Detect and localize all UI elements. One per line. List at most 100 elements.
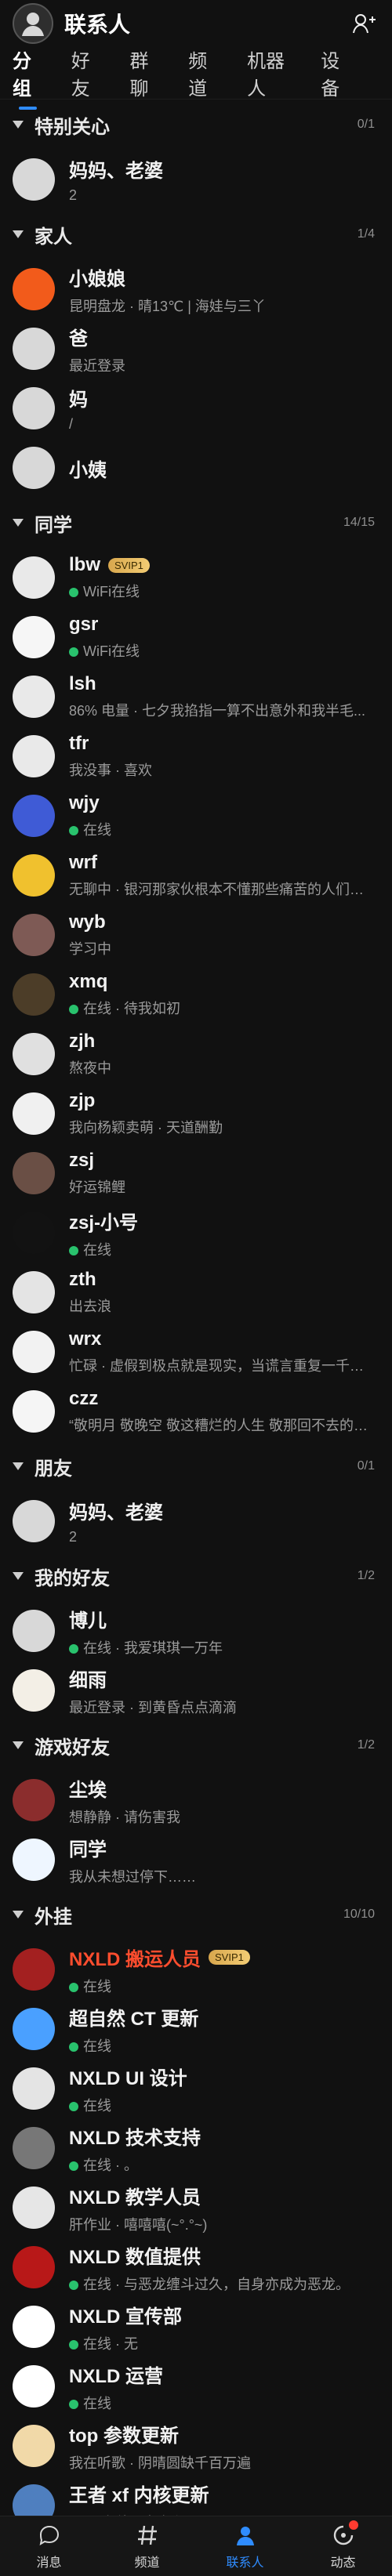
add-friend-button[interactable] [348,8,379,39]
contact-info: wrx 忙碌 · 虚假到极点就是现实，当谎言重复一千遍... [69,1328,379,1375]
contact-item[interactable]: 妈妈、老婆 2 [0,1491,392,1551]
contact-groups: 特别关心 0/1 妈妈、老婆 2 家人 1/4 小娘娘 昆明盘龙 · 晴13℃ | 海娃与三丫… [0,100,392,2535]
contact-item[interactable]: xmq 在线 · 待我如初 [0,965,392,1024]
contact-status-text: 在线 [83,2097,111,2114]
contact-item[interactable]: 尘埃 想静静 · 请伤害我 [0,1770,392,1830]
contact-item[interactable]: zjh 熬夜中 [0,1024,392,1084]
contact-item[interactable]: 小娘娘 昆明盘龙 · 晴13℃ | 海娃与三丫 [0,259,392,319]
contact-name: zsj-小号 [69,1212,139,1234]
contact-name-row: 小娘娘 [69,263,379,291]
contact-name-row: lsh [69,673,379,695]
tab-chats[interactable]: 群聊 [130,45,161,100]
contact-item[interactable]: 妈 / [0,379,392,438]
contact-item[interactable]: NXLD 技术支持 在线 · 。 [0,2118,392,2178]
avatar [13,735,55,777]
contact-status: 在线 [69,1239,375,1259]
contact-item[interactable]: 妈妈、老婆 2 [0,150,392,209]
avatar [13,556,55,599]
contact-item[interactable]: wjy 在线 [0,786,392,846]
contact-name-row: wjy [69,792,379,814]
group-header[interactable]: 朋友 0/1 [0,1441,392,1491]
contact-item[interactable]: tfr 我没事 · 喜欢 [0,726,392,786]
contact-item[interactable]: NXLD UI 设计 在线 [0,2059,392,2118]
nav-messages-label: 消息 [36,2556,62,2570]
group-name: 家人 [34,226,72,248]
contact-item[interactable]: 同学 我从未想过停下…… [0,1830,392,1889]
contact-item[interactable]: 博儿 在线 · 我爱琪琪一万年 [0,1601,392,1661]
contact-item[interactable]: 小姨 [0,438,392,498]
contact-name: tfr [69,733,89,754]
contact-item[interactable]: zsj 好运锦鲤 [0,1143,392,1203]
online-dot-icon [69,2399,78,2409]
contact-item[interactable]: 爸最近登录 [0,319,392,379]
contact-name: wrf [69,852,97,873]
contact-item[interactable]: czz “敬明月 敬晚空 敬这糟烂的人生 敬那回不去的过... [0,1382,392,1441]
contact-status-text: WiFi在线 [83,584,140,600]
contact-name: zsj [69,1150,95,1171]
nav-contacts[interactable]: 联系人 [196,2516,294,2576]
online-dot-icon [69,1245,78,1255]
contact-item[interactable]: NXLD 教学人员 肝作业 · 嘻嘻嘻(~°.°~) [0,2178,392,2237]
avatar [13,795,55,837]
contact-name: 尘埃 [69,1779,107,1801]
contact-item[interactable]: top 参数更新 我在听歌 · 阴晴圆缺千百万遍 [0,2416,392,2476]
contact-item[interactable]: wrx 忙碌 · 虚假到极点就是现实，当谎言重复一千遍... [0,1322,392,1382]
online-dot-icon [69,2339,78,2350]
contact-item[interactable]: NXLD 数值提供 在线 · 与恶龙缠斗过久，自身亦成为恶龙。 [0,2237,392,2297]
tab-robots[interactable]: 机器人 [247,45,292,100]
contact-item[interactable]: 细雨 最近登录 · 到黄昏点点滴滴 [0,1661,392,1720]
contact-status: 在线 · 待我如初 [69,998,375,1018]
contact-item[interactable]: wrf 无聊中 · 银河那家伙根本不懂那些痛苦的人们，... [0,846,392,905]
contact-item[interactable]: zjp 我向杨颖卖萌 · 天道酬勤 [0,1084,392,1143]
tab-friends[interactable]: 好友 [71,45,102,100]
contact-item[interactable]: NXLD 搬运人员 SVIP1 在线 [0,1940,392,1999]
contact-name: lsh [69,673,96,694]
contact-status: 我向杨颖卖萌 · 天道酬勤 [69,1117,375,1137]
nav-channels[interactable]: 频道 [98,2516,196,2576]
expand-arrow-icon [13,519,24,527]
group-count: 1/4 [357,227,375,241]
group-header[interactable]: 特别关心 0/1 [0,100,392,150]
contact-name-row: czz [69,1388,379,1410]
contact-status-text: / [69,416,74,432]
contact-name-row: NXLD 数值提供 [69,2241,379,2269]
nav-messages[interactable]: 消息 [0,2516,98,2576]
group-header[interactable]: 游戏好友 1/2 [0,1720,392,1770]
group-header[interactable]: 外挂 10/10 [0,1889,392,1940]
tab-channels[interactable]: 频道 [188,45,219,100]
contact-info: 超自然 CT 更新 在线 [69,2003,379,2056]
contact-item[interactable]: NXLD 运营 在线 [0,2357,392,2416]
online-dot-icon [69,826,78,836]
contact-info: zsj 好运锦鲤 [69,1150,379,1197]
group-header[interactable]: 家人 1/4 [0,209,392,259]
nav-contacts-label: 联系人 [226,2556,264,2570]
contact-status: 86% 电量 · 七夕我掐指一算不出意外和我半毛... [69,700,375,720]
contact-item[interactable]: zth 出去浪 [0,1263,392,1322]
group-header[interactable]: 同学 14/15 [0,498,392,548]
contact-item[interactable]: lsh 86% 电量 · 七夕我掐指一算不出意外和我半毛... [0,667,392,726]
group-header[interactable]: 我的好友 1/2 [0,1551,392,1601]
contact-status-text: 在线 · 。 [83,2157,138,2173]
contact-status: “敬明月 敬晚空 敬这糟烂的人生 敬那回不去的过... [69,1415,375,1435]
contact-status-text: 2 [69,187,78,203]
contact-name-row: 尘埃 [69,1774,379,1802]
avatar [13,2187,55,2229]
contact-item[interactable]: NXLD 宣传部 在线 · 无 [0,2297,392,2357]
contact-name: 超自然 CT 更新 [69,2008,199,2030]
expand-arrow-icon [13,1911,24,1918]
avatar [13,616,55,658]
contact-item[interactable]: wyb 学习中 [0,905,392,965]
contact-name-row: 小姨 [69,455,379,482]
contact-item[interactable]: zsj-小号在线 [0,1203,392,1263]
group-count: 10/10 [343,1908,375,1921]
tab-groups[interactable]: 分组 [13,45,43,110]
tab-devices[interactable]: 设备 [321,45,351,100]
contact-name: gsr [69,614,99,635]
avatar[interactable] [13,3,53,44]
contact-info: zjp 我向杨颖卖萌 · 天道酬勤 [69,1090,379,1137]
nav-feeds[interactable]: 动态 [294,2516,392,2576]
contact-item[interactable]: 超自然 CT 更新 在线 [0,1999,392,2059]
contact-item[interactable]: lbw SVIP1 WiFi在线 [0,548,392,607]
contact-item[interactable]: gsr WiFi在线 [0,607,392,667]
contact-name: top 参数更新 [69,2425,179,2447]
